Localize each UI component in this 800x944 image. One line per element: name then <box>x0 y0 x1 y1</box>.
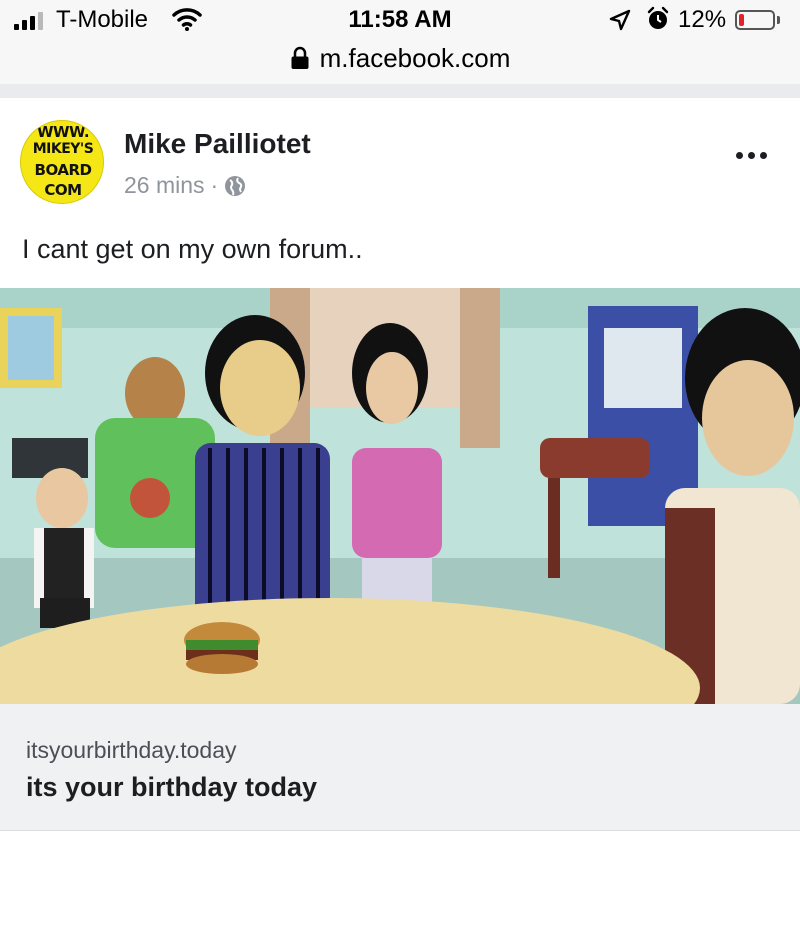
battery-tip <box>777 16 780 24</box>
avatar-text: COM <box>44 181 82 199</box>
more-options-button[interactable] <box>730 140 774 170</box>
post-timestamp[interactable]: 26 mins <box>124 172 205 199</box>
avatar-text: WWW. <box>36 123 90 141</box>
author-name[interactable]: Mike Pailliotet <box>124 128 311 160</box>
battery-icon <box>735 10 775 30</box>
link-domain: itsyourbirthday.today <box>26 737 237 763</box>
location-icon <box>608 8 632 39</box>
meta-separator: · <box>210 172 219 198</box>
link-title[interactable]: its your birthday today <box>26 772 317 803</box>
avatar[interactable]: WWW. MIKEY'S BOARD COM <box>20 120 104 204</box>
avatar-text: MIKEY'S <box>32 141 94 157</box>
link-preview[interactable]: itsyourbirthday.today its your birthday … <box>0 288 800 831</box>
lock-icon <box>290 46 310 70</box>
url-text: m.facebook.com <box>319 42 511 73</box>
feed-divider <box>0 84 800 98</box>
feed-post: WWW. MIKEY'S BOARD COM Mike Pailliotet 2… <box>0 98 800 832</box>
avatar-text: BOARD <box>34 161 92 179</box>
link-preview-image <box>0 288 800 704</box>
globe-icon <box>224 175 246 197</box>
alarm-icon <box>646 6 670 39</box>
address-bar[interactable]: m.facebook.com <box>0 38 800 78</box>
post-meta: 26 mins · <box>124 172 246 199</box>
link-caption: itsyourbirthday.today its your birthday … <box>0 704 800 831</box>
browser-chrome: T-Mobile 11:58 AM 12% m.facebook.com <box>0 0 800 84</box>
battery-percent: 12% <box>678 6 727 33</box>
post-text: I cant get on my own forum.. <box>22 234 363 264</box>
status-bar: T-Mobile 11:58 AM 12% <box>0 0 800 40</box>
